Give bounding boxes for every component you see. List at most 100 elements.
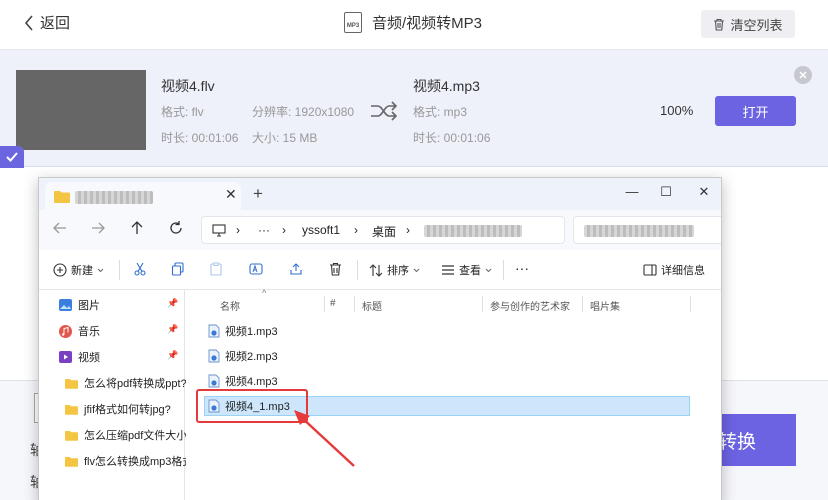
new-tab-button[interactable]: +: [253, 184, 263, 204]
column-header-title[interactable]: 标题: [362, 298, 382, 313]
page-title: MP3 音频/视频转MP3: [344, 12, 482, 33]
breadcrumb-user[interactable]: yssoft1: [302, 223, 340, 237]
navigation-pane: 图片 📌 音乐 📌 视频 📌 怎么将pdf转换成ppt? jfif格式如何转jp…: [39, 290, 193, 500]
column-divider: [324, 296, 325, 312]
delete-button[interactable]: [329, 262, 346, 276]
folder-icon: [65, 404, 78, 415]
cut-button[interactable]: [133, 262, 151, 276]
chevron-down-icon: [413, 268, 420, 272]
back-button[interactable]: 返回: [24, 12, 70, 33]
source-file-name: 视频4.flv: [161, 78, 215, 94]
sidebar-item-music[interactable]: 音乐: [59, 322, 100, 340]
toolbar-divider: [119, 260, 120, 280]
remove-task-button[interactable]: [794, 66, 812, 84]
view-list-icon: [442, 265, 454, 275]
column-header-album[interactable]: 唱片集: [590, 298, 620, 313]
breadcrumb-desktop[interactable]: 桌面: [372, 223, 396, 240]
sidebar-folder-jfif-jpg[interactable]: jfif格式如何转jpg?: [65, 400, 171, 418]
sort-button[interactable]: 排序: [369, 262, 424, 278]
redacted-folder-name: [424, 225, 522, 237]
source-resolution: 分辨率: 1920x1080: [252, 105, 355, 119]
view-label: 查看: [459, 265, 481, 277]
toolbar-divider: [357, 260, 358, 280]
page-title-text: 音频/视频转MP3: [372, 15, 483, 32]
target-duration: 时长: 00:01:06: [413, 131, 491, 145]
pin-icon: 📌: [167, 298, 179, 308]
column-header-number[interactable]: #: [330, 298, 336, 309]
paste-button[interactable]: [209, 262, 227, 276]
minimize-button[interactable]: —: [617, 184, 647, 199]
back-arrow-icon[interactable]: [53, 221, 67, 237]
copy-button[interactable]: [171, 262, 189, 276]
sidebar-folder-pdf-ppt[interactable]: 怎么将pdf转换成ppt?: [65, 374, 187, 392]
view-button[interactable]: 查看: [441, 262, 496, 278]
close-icon: [799, 71, 807, 79]
details-pane-button[interactable]: 详细信息: [643, 262, 705, 278]
toolbar-divider: [503, 260, 504, 280]
address-bar[interactable]: › ··· › yssoft1 › 桌面 ›: [201, 216, 565, 244]
progress-percent: 100%: [660, 103, 694, 118]
redacted-search-text: [584, 225, 694, 237]
column-header-artist[interactable]: 参与创作的艺术家: [490, 298, 570, 313]
redacted-tab-title: [75, 191, 153, 204]
pin-icon: 📌: [167, 324, 179, 334]
source-size: 大小: 15 MB: [252, 131, 318, 145]
mp3-file-icon: MP3: [344, 12, 362, 33]
up-arrow-icon[interactable]: [131, 221, 143, 238]
trash-icon: [714, 18, 725, 31]
share-button[interactable]: [289, 262, 307, 276]
new-button[interactable]: 新建: [53, 262, 108, 278]
explorer-tab[interactable]: ✕: [45, 182, 241, 210]
column-divider: [354, 296, 355, 312]
file-name: 视频2.mp3: [225, 351, 278, 363]
tab-close-button[interactable]: ✕: [225, 186, 237, 203]
folder-icon: [65, 378, 78, 389]
file-explorer-window: ✕ + — ☐ ✕ › ··· › yssoft1 › 桌面 › 新建 排序 查…: [38, 177, 722, 500]
folder-icon: [65, 430, 78, 441]
details-pane-icon: [643, 264, 657, 276]
target-file-name: 视频4.mp3: [413, 78, 480, 94]
close-window-button[interactable]: ✕: [689, 184, 719, 200]
sidebar-item-label: 怎么压缩pdf文件大小: [84, 430, 188, 442]
column-divider: [690, 296, 691, 312]
sidebar-folder-compress-pdf[interactable]: 怎么压缩pdf文件大小: [65, 426, 187, 444]
sidebar-item-label: 图片: [78, 300, 100, 312]
chevron-down-icon: [485, 268, 492, 272]
refresh-icon[interactable]: [169, 221, 183, 238]
rename-icon: [249, 263, 263, 275]
pin-icon: 📌: [167, 350, 179, 360]
file-row[interactable]: 视频2.mp3: [208, 347, 278, 365]
open-button[interactable]: 打开: [715, 96, 796, 126]
clear-list-button[interactable]: 清空列表: [701, 10, 795, 38]
checkmark-icon: [6, 152, 18, 162]
trash-icon: [330, 262, 341, 276]
source-duration: 时长: 00:01:06: [161, 131, 239, 145]
sidebar-item-pictures[interactable]: 图片: [59, 296, 100, 314]
breadcrumb-more[interactable]: ···: [258, 223, 270, 237]
breadcrumb-sep-3: ›: [354, 223, 358, 237]
more-options-button[interactable]: ···: [515, 260, 529, 276]
videos-icon: [59, 351, 72, 363]
monitor-icon: [212, 224, 226, 237]
audio-file-icon: [208, 324, 220, 338]
column-divider: [582, 296, 583, 312]
file-row[interactable]: 视频1.mp3: [208, 322, 278, 340]
column-header-name[interactable]: 名称: [220, 298, 240, 313]
file-row[interactable]: 视频4.mp3: [208, 372, 278, 390]
sidebar-item-videos[interactable]: 视频: [59, 348, 100, 366]
sidebar-item-label: flv怎么转换成mp3格式: [84, 456, 194, 468]
sidebar-item-label: 怎么将pdf转换成ppt?: [84, 378, 187, 390]
forward-arrow-icon[interactable]: [91, 221, 105, 237]
task-checkbox[interactable]: [0, 146, 24, 168]
source-format: 格式: flv: [161, 105, 204, 119]
sidebar-item-label: 视频: [78, 352, 100, 364]
maximize-button[interactable]: ☐: [651, 184, 681, 200]
new-label: 新建: [71, 265, 93, 277]
search-box[interactable]: [573, 216, 721, 244]
sort-label: 排序: [387, 265, 409, 277]
sidebar-folder-flv-mp3[interactable]: flv怎么转换成mp3格式: [65, 452, 193, 470]
video-thumbnail: [16, 70, 146, 150]
breadcrumb-sep-1: ›: [236, 223, 240, 237]
convert-button[interactable]: 转换: [710, 414, 796, 466]
rename-button[interactable]: [249, 262, 267, 276]
